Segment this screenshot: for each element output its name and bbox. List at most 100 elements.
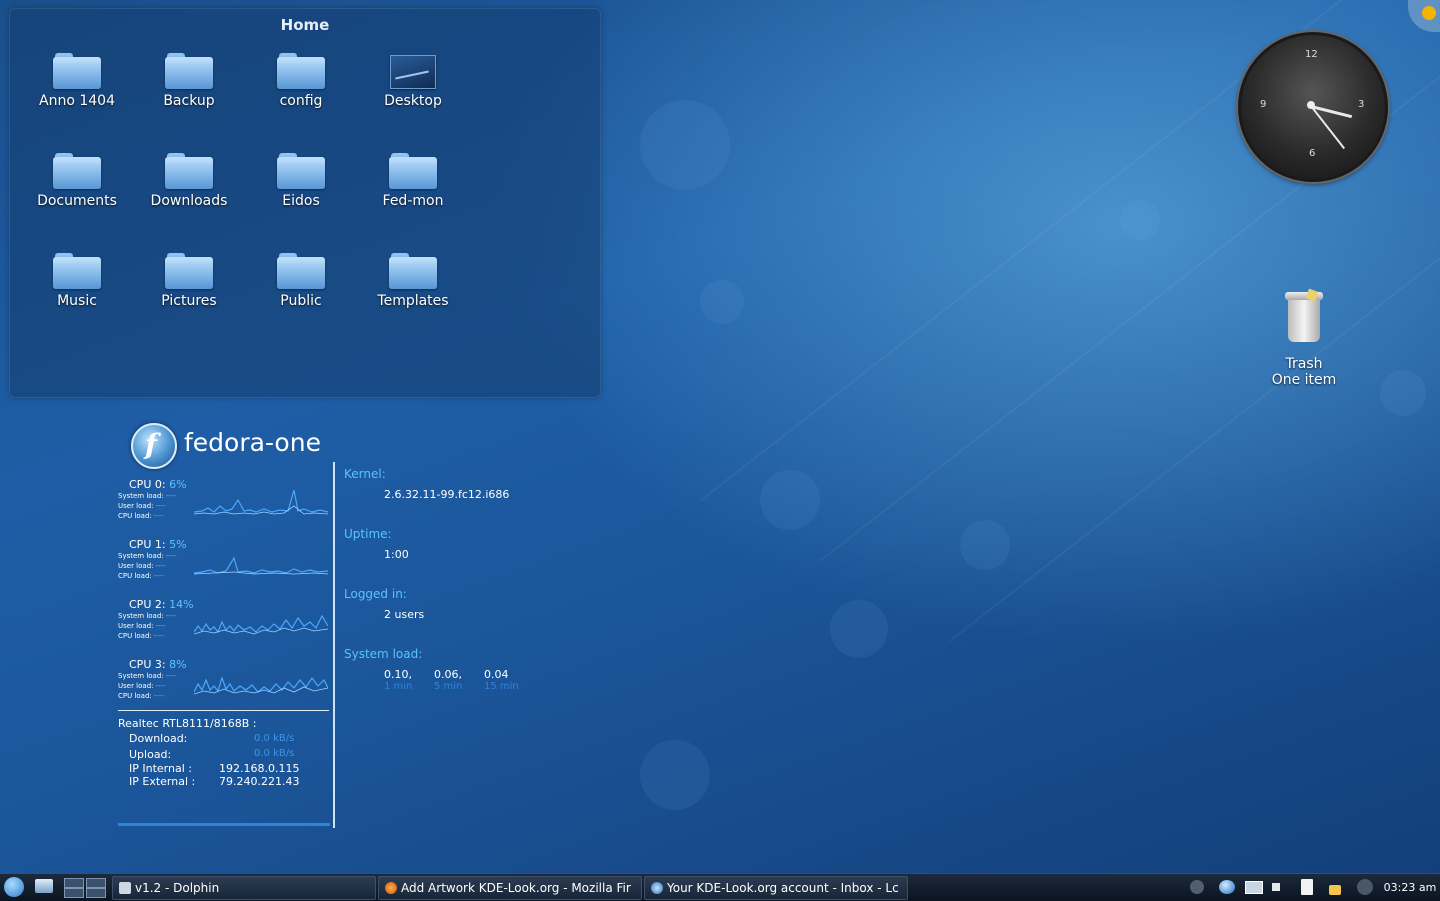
tray-network-globe[interactable] [1218, 878, 1236, 896]
upload-label: Upload: [129, 748, 172, 761]
load-1-value: 0.10, [384, 668, 412, 681]
tray-lock[interactable] [1326, 878, 1344, 896]
ip-external-value: 79.240.221.43 [219, 775, 300, 788]
bokeh [640, 100, 730, 190]
ip-internal-label: IP Internal : [129, 762, 192, 775]
kernel-label: Kernel: [344, 467, 386, 481]
folder-downloads[interactable]: Downloads [134, 153, 244, 209]
clock-center-pin [1307, 101, 1315, 109]
bokeh [960, 520, 1010, 570]
folder-label: Public [280, 293, 322, 309]
folder-templates[interactable]: Templates [358, 253, 468, 309]
folder-public[interactable]: Public [246, 253, 356, 309]
folder-icon [53, 153, 101, 189]
download-value: 0.0 kB/s [254, 733, 295, 744]
folder-label: Music [57, 293, 97, 309]
info-icon [1357, 879, 1373, 895]
cpu-0-monitor: CPU 0: 6% System load: ---- User load: ---… [118, 478, 330, 538]
cpu-load: CPU load: ---- [118, 572, 164, 580]
cpu-percent: 5% [169, 538, 187, 551]
globe-icon [1219, 880, 1235, 894]
task-dolphin[interactable]: v1.2 - Dolphin [112, 876, 376, 900]
folder-label: Eidos [282, 193, 320, 209]
pager-widget[interactable] [62, 876, 106, 898]
bokeh [1120, 200, 1160, 240]
folder-icon [277, 53, 325, 89]
taskbar-panel: v1.2 - Dolphin Add Artwork KDE-Look.org … [0, 873, 1440, 901]
task-firefox[interactable]: Add Artwork KDE-Look.org - Mozilla Fir [378, 876, 642, 900]
bokeh [830, 600, 888, 658]
firefox-icon [385, 882, 397, 894]
load-5-caption: 5 min [434, 681, 463, 692]
folder-label: Templates [377, 293, 449, 309]
cpu-graph [194, 556, 328, 575]
tray-volume[interactable] [1270, 878, 1288, 896]
cpu-title: CPU 0: 6% [129, 478, 187, 491]
cpu-graph [194, 676, 328, 695]
tray-clipboard[interactable] [1298, 878, 1316, 896]
download-label: Download: [129, 732, 188, 745]
tray-notifications[interactable] [1356, 878, 1374, 896]
trash-count: One item [1271, 372, 1337, 388]
cpu-system-load: System load: ---- [118, 552, 176, 560]
pager-desktop-2[interactable] [86, 878, 106, 888]
logged-in-label: Logged in: [344, 587, 407, 601]
cpu-user-load: User load: ---- [118, 562, 166, 570]
show-desktop-button[interactable] [32, 876, 56, 898]
ip-internal-value: 192.168.0.115 [219, 762, 300, 775]
folder-anno-1404[interactable]: Anno 1404 [22, 53, 132, 109]
tray-expand-button[interactable] [1188, 878, 1206, 896]
bokeh [1380, 370, 1426, 416]
folder-fed-mon[interactable]: Fed-mon [358, 153, 468, 209]
folder-desktop[interactable]: Desktop [358, 53, 468, 109]
cpu-2-monitor: CPU 2: 14% System load: ---- User load: --… [118, 598, 330, 658]
folder-eidos[interactable]: Eidos [246, 153, 356, 209]
uptime-value: 1:00 [384, 548, 409, 561]
upload-value: 0.0 kB/s [254, 748, 295, 759]
folder-backup[interactable]: Backup [134, 53, 244, 109]
analog-clock-widget[interactable]: 12 3 6 9 [1238, 32, 1388, 182]
network-activity-bar [118, 823, 330, 826]
tray-network-manager[interactable] [1244, 878, 1263, 896]
lock-icon [1329, 885, 1341, 895]
folder-label: Pictures [161, 293, 217, 309]
folder-documents[interactable]: Documents [22, 153, 132, 209]
folder-music[interactable]: Music [22, 253, 132, 309]
cpu-user-load: User load: ---- [118, 502, 166, 510]
folder-config[interactable]: config [246, 53, 356, 109]
ip-external-label: IP External : [129, 775, 196, 788]
hostname: fedora-one [184, 428, 321, 457]
folder-icon [53, 253, 101, 289]
bokeh [760, 470, 820, 530]
plasma-toolbox-button[interactable] [1408, 0, 1440, 32]
pager-desktop-1[interactable] [64, 878, 84, 888]
cpu-system-load: System load: ---- [118, 492, 176, 500]
cpu-3-monitor: CPU 3: 8% System load: ---- User load: ---… [118, 658, 330, 718]
cashew-icon [1422, 6, 1436, 20]
folder-pictures[interactable]: Pictures [134, 253, 244, 309]
folder-label: Downloads [150, 193, 228, 209]
system-load-label: System load: [344, 647, 423, 661]
cpu-percent: 8% [169, 658, 187, 671]
trash-label: Trash [1285, 356, 1323, 372]
mail-icon [651, 882, 663, 894]
kickoff-launcher-button[interactable] [2, 876, 26, 898]
folder-label: Backup [163, 93, 215, 109]
pager-desktop-3[interactable] [64, 888, 84, 898]
cpu-user-load: User load: ---- [118, 682, 166, 690]
folder-view-widget[interactable]: Home Anno 1404 Backup config Desktop Doc… [9, 8, 601, 398]
speaker-icon [1272, 883, 1280, 891]
pager-desktop-4[interactable] [86, 888, 106, 898]
sysmon-divider [333, 462, 335, 828]
taskbar-clock[interactable]: 03:23 am [1380, 874, 1440, 901]
sysmon-separator [118, 710, 329, 711]
load-5-value: 0.06, [434, 668, 462, 681]
clock-numeral-12: 12 [1305, 49, 1318, 60]
folder-icon [389, 253, 437, 289]
bokeh [640, 740, 710, 810]
cpu-load: CPU load: ---- [118, 692, 164, 700]
task-label: Your KDE-Look.org account - Inbox - Lc [667, 881, 899, 895]
network-monitor-icon [1245, 881, 1263, 894]
trash-desktop-icon[interactable]: Trash One item [1262, 288, 1346, 388]
task-mail[interactable]: Your KDE-Look.org account - Inbox - Lc [644, 876, 908, 900]
